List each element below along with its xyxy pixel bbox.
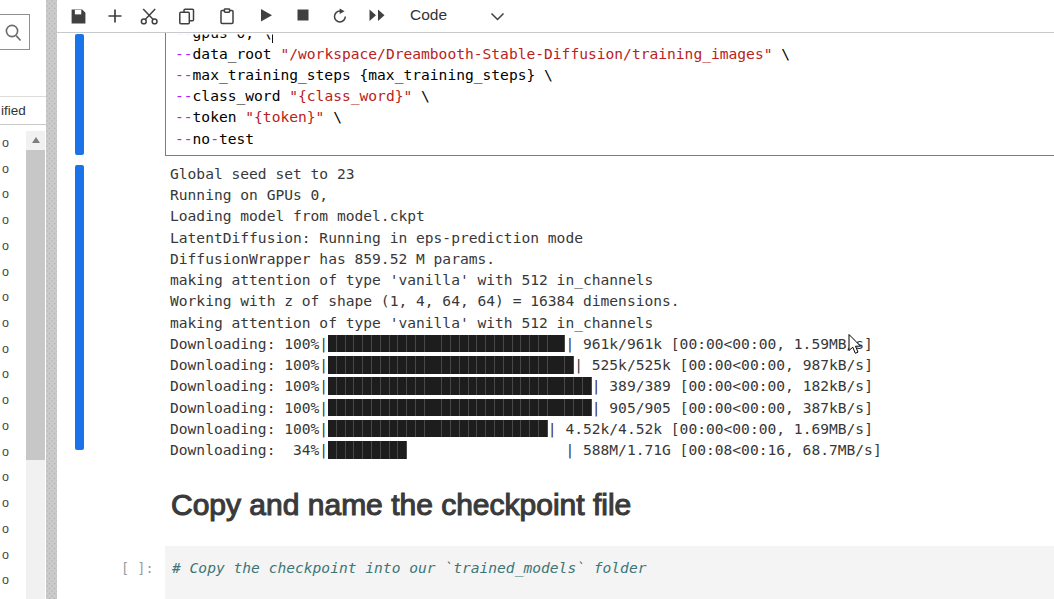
file-browser-sidebar: ified oooooooooooooooooo: [0, 0, 46, 599]
mouse-cursor: [848, 334, 864, 356]
chevron-down-icon[interactable]: [490, 12, 505, 22]
file-list-item-fragment[interactable]: o: [2, 234, 26, 260]
file-list-item-fragment[interactable]: o: [2, 260, 26, 286]
notebook-toolbar: Code: [57, 0, 1054, 33]
file-list-item-fragment[interactable]: o: [2, 568, 26, 594]
cell-2-code[interactable]: # Copy the checkpoint into our `trained_…: [172, 557, 646, 578]
cell-2-prompt: [ ]:: [121, 560, 154, 576]
file-list-item-fragment[interactable]: o: [2, 311, 26, 337]
input-collapser[interactable]: [75, 34, 85, 155]
markdown-heading: Copy and name the checkpoint file: [171, 488, 631, 522]
scroll-up-icon[interactable]: [32, 137, 40, 143]
file-list: oooooooooooooooooo: [2, 131, 26, 594]
copy-cells-button[interactable]: [178, 8, 196, 26]
search-icon: [4, 22, 23, 44]
file-list-item-fragment[interactable]: o: [2, 131, 26, 157]
restart-run-all-button[interactable]: [368, 8, 386, 26]
run-cell-button[interactable]: [259, 8, 277, 26]
file-list-item-fragment[interactable]: o: [2, 440, 26, 466]
output-collapser[interactable]: [75, 165, 85, 450]
sidebar-scrollbar-thumb[interactable]: [26, 150, 45, 460]
file-list-item-fragment[interactable]: o: [2, 543, 26, 569]
file-search-input[interactable]: [0, 14, 30, 50]
file-list-item-fragment[interactable]: o: [2, 337, 26, 363]
code-cell-content[interactable]: --gpus 0, \--data_root "/workspace/Dream…: [175, 22, 790, 149]
header-divider-bottom: [0, 124, 46, 125]
sidebar-scrollbar[interactable]: [26, 131, 45, 599]
cell-output-text: Global seed set to 23Running on GPUs 0,L…: [170, 163, 882, 460]
last-modified-header-fragment: ified: [1, 103, 26, 118]
file-list-item-fragment[interactable]: o: [2, 414, 26, 440]
cut-cells-button[interactable]: [139, 8, 157, 26]
file-list-item-fragment[interactable]: o: [2, 208, 26, 234]
save-button[interactable]: [70, 8, 88, 26]
file-list-item-fragment[interactable]: o: [2, 182, 26, 208]
paste-cells-button[interactable]: [218, 8, 236, 26]
file-list-item-fragment[interactable]: o: [2, 285, 26, 311]
insert-cell-button[interactable]: [107, 8, 125, 26]
header-divider: [0, 96, 46, 97]
file-list-item-fragment[interactable]: o: [2, 157, 26, 183]
cell-type-select[interactable]: Code: [410, 6, 447, 24]
panel-divider[interactable]: [46, 0, 57, 599]
file-list-item-fragment[interactable]: o: [2, 517, 26, 543]
restart-kernel-button[interactable]: [331, 8, 349, 26]
file-list-item-fragment[interactable]: o: [2, 388, 26, 414]
file-list-item-fragment[interactable]: o: [2, 465, 26, 491]
interrupt-kernel-button[interactable]: [296, 8, 314, 26]
file-list-item-fragment[interactable]: o: [2, 362, 26, 388]
file-list-item-fragment[interactable]: o: [2, 491, 26, 517]
